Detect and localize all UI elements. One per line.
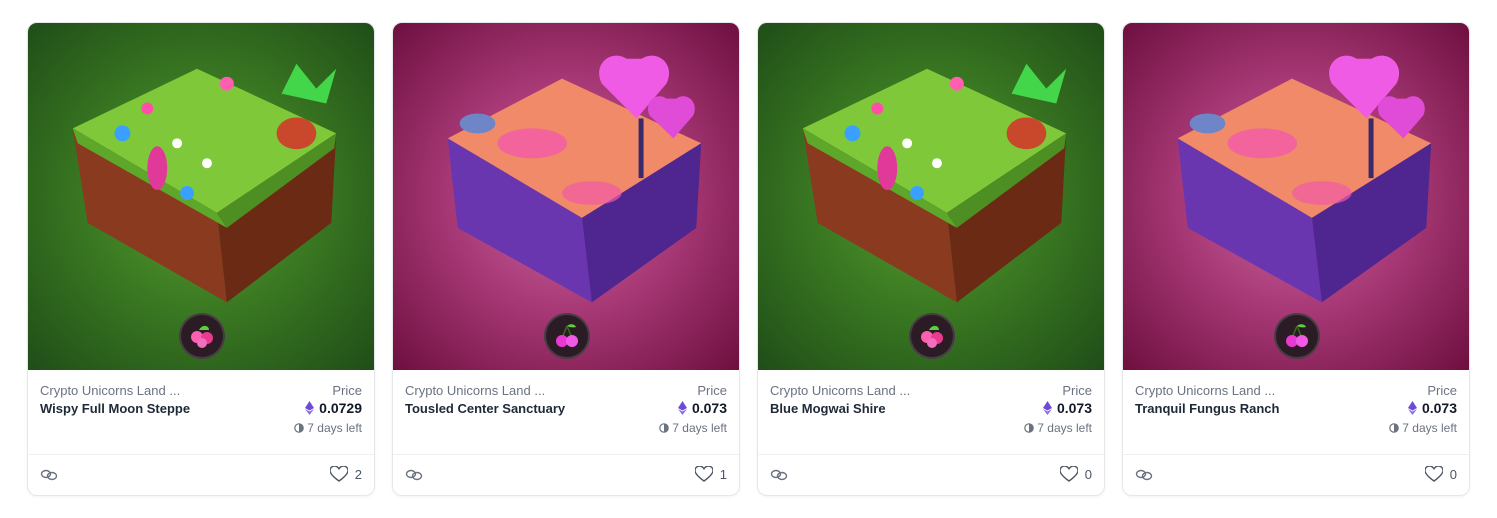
nft-info: Crypto Unicorns Land ... Blue Mogwai Shi… [758, 370, 1104, 455]
nft-name[interactable]: Wispy Full Moon Steppe [40, 401, 190, 416]
collection-name[interactable]: Crypto Unicorns Land ... [405, 383, 545, 398]
price: 0.073 [1407, 400, 1457, 416]
ethereum-icon [1042, 401, 1052, 415]
like-button[interactable]: 0 [1424, 466, 1457, 482]
nft-card-grid: Crypto Unicorns Land ... Wispy Full Moon… [0, 0, 1497, 518]
price-value: 0.073 [691, 400, 727, 416]
time-left-text: 7 days left [1402, 421, 1457, 435]
like-count: 1 [719, 466, 727, 482]
price: 0.073 [1042, 400, 1092, 416]
time-left: 7 days left [1389, 421, 1457, 435]
time-left: 7 days left [659, 421, 727, 435]
card-footer: 1 [393, 455, 739, 495]
price-value: 0.073 [1056, 400, 1092, 416]
nft-card[interactable]: Crypto Unicorns Land ... Tranquil Fungus… [1122, 22, 1470, 496]
chain-link-icon[interactable] [405, 468, 423, 482]
card-footer: 0 [1123, 455, 1469, 495]
time-left: 7 days left [294, 421, 362, 435]
clock-icon [294, 423, 305, 433]
nft-image[interactable] [28, 23, 374, 370]
flower-badge-icon [179, 313, 225, 359]
chain-link-icon[interactable] [40, 468, 58, 482]
collection-name[interactable]: Crypto Unicorns Land ... [770, 383, 910, 398]
nft-info: Crypto Unicorns Land ... Tousled Center … [393, 370, 739, 455]
nft-name[interactable]: Tranquil Fungus Ranch [1135, 401, 1279, 416]
heart-icon [1424, 466, 1443, 482]
nft-image[interactable] [1123, 23, 1469, 370]
nft-image[interactable] [393, 23, 739, 370]
like-button[interactable]: 2 [329, 466, 362, 482]
nft-name[interactable]: Tousled Center Sanctuary [405, 401, 565, 416]
chain-link-icon[interactable] [770, 468, 788, 482]
clock-icon [1024, 423, 1035, 433]
ethereum-icon [677, 401, 687, 415]
price-value: 0.0729 [319, 400, 362, 416]
nft-info: Crypto Unicorns Land ... Tranquil Fungus… [1123, 370, 1469, 455]
time-left: 7 days left [1024, 421, 1092, 435]
like-count: 0 [1084, 466, 1092, 482]
nft-image[interactable] [758, 23, 1104, 370]
clock-icon [659, 423, 670, 433]
nft-name[interactable]: Blue Mogwai Shire [770, 401, 886, 416]
heart-icon [329, 466, 348, 482]
ethereum-icon [1407, 401, 1417, 415]
card-footer: 0 [758, 455, 1104, 495]
price-value: 0.073 [1421, 400, 1457, 416]
flower-badge-icon [909, 313, 955, 359]
cherry-badge-icon [544, 313, 590, 359]
time-left-text: 7 days left [307, 421, 362, 435]
heart-icon [1059, 466, 1078, 482]
like-button[interactable]: 1 [694, 466, 727, 482]
collection-name[interactable]: Crypto Unicorns Land ... [40, 383, 180, 398]
like-count: 0 [1449, 466, 1457, 482]
card-footer: 2 [28, 455, 374, 495]
time-left-text: 7 days left [672, 421, 727, 435]
collection-name[interactable]: Crypto Unicorns Land ... [1135, 383, 1275, 398]
price-label: Price [697, 383, 727, 398]
like-count: 2 [354, 466, 362, 482]
nft-card[interactable]: Crypto Unicorns Land ... Wispy Full Moon… [27, 22, 375, 496]
ethereum-icon [305, 401, 315, 415]
clock-icon [1389, 423, 1400, 433]
like-button[interactable]: 0 [1059, 466, 1092, 482]
price: 0.0729 [305, 400, 362, 416]
nft-card[interactable]: Crypto Unicorns Land ... Blue Mogwai Shi… [757, 22, 1105, 496]
heart-icon [694, 466, 713, 482]
price-label: Price [1062, 383, 1092, 398]
price-label: Price [332, 383, 362, 398]
chain-link-icon[interactable] [1135, 468, 1153, 482]
time-left-text: 7 days left [1037, 421, 1092, 435]
price: 0.073 [677, 400, 727, 416]
price-label: Price [1427, 383, 1457, 398]
nft-card[interactable]: Crypto Unicorns Land ... Tousled Center … [392, 22, 740, 496]
cherry-badge-icon [1274, 313, 1320, 359]
nft-info: Crypto Unicorns Land ... Wispy Full Moon… [28, 370, 374, 455]
